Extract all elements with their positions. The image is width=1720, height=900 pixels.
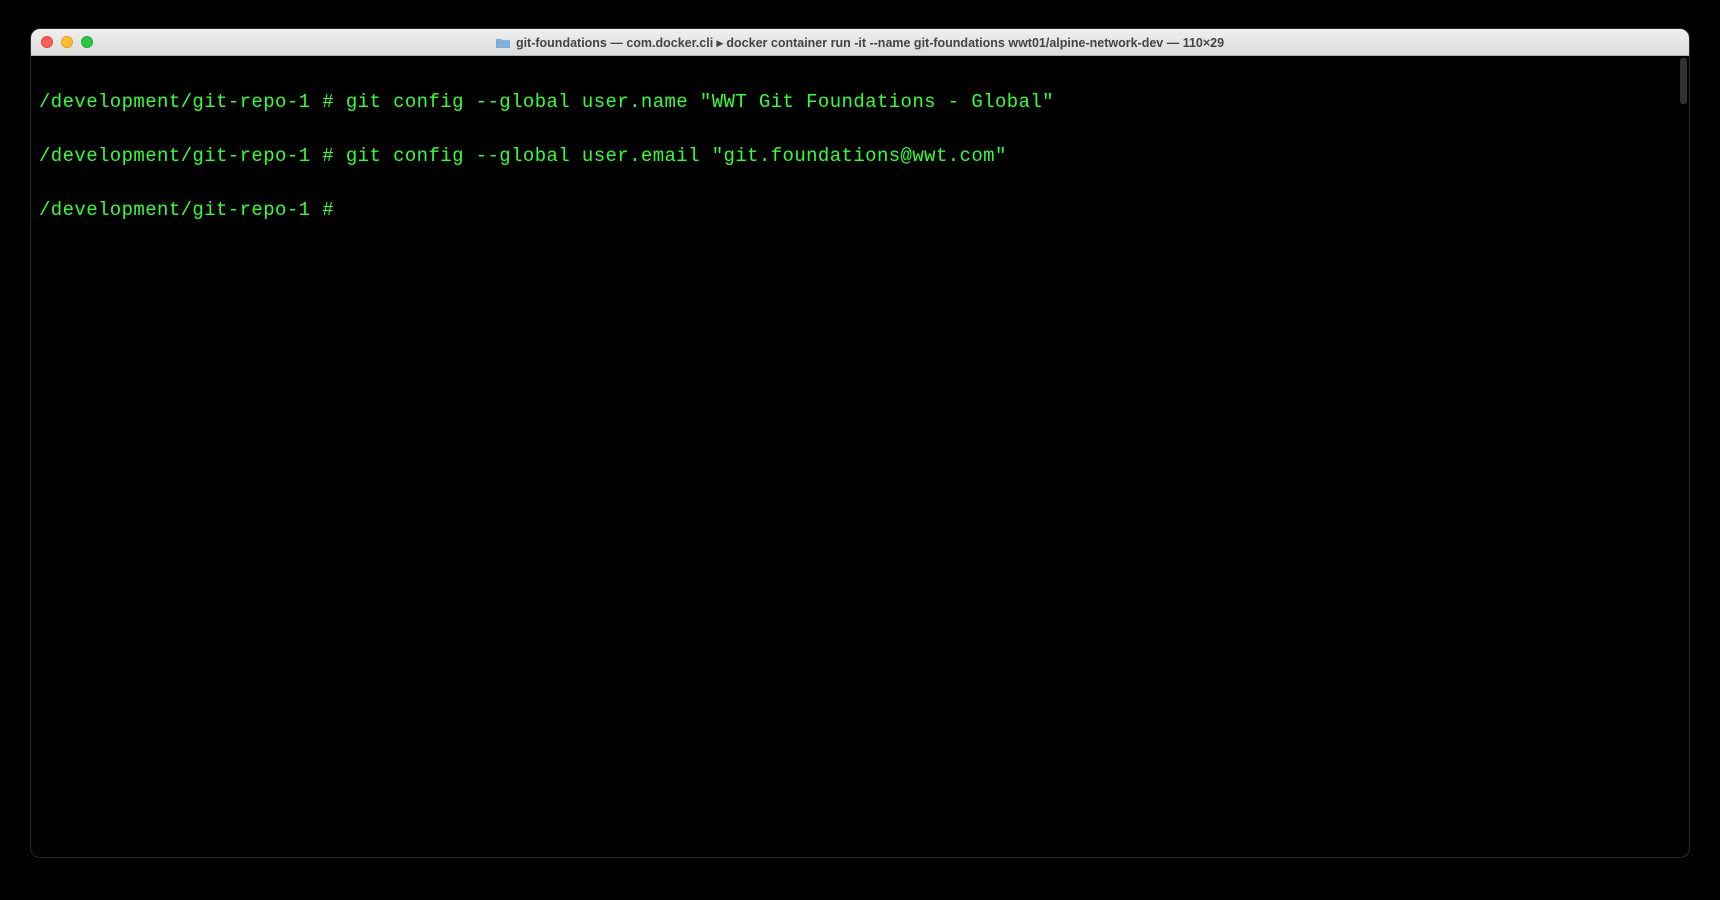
shell-command: git config --global user.name "WWT Git F… (346, 91, 1054, 113)
terminal-body[interactable]: /development/git-repo-1 # git config --g… (31, 56, 1689, 857)
close-button[interactable] (41, 36, 53, 48)
zoom-button[interactable] (81, 36, 93, 48)
window-title: git-foundations — com.docker.cli ▸ docke… (516, 35, 1224, 50)
shell-prompt: /development/git-repo-1 # (39, 91, 334, 113)
window-controls (41, 36, 93, 48)
terminal-line: /development/git-repo-1 # git config --g… (39, 143, 1681, 170)
terminal-line: /development/git-repo-1 # (39, 197, 1681, 224)
scrollbar-thumb[interactable] (1680, 58, 1687, 104)
window-titlebar[interactable]: git-foundations — com.docker.cli ▸ docke… (31, 29, 1689, 56)
shell-prompt: /development/git-repo-1 # (39, 145, 334, 167)
terminal-line: /development/git-repo-1 # git config --g… (39, 89, 1681, 116)
shell-prompt: /development/git-repo-1 # (39, 199, 334, 221)
minimize-button[interactable] (61, 36, 73, 48)
folder-icon (496, 37, 510, 48)
terminal-window: git-foundations — com.docker.cli ▸ docke… (30, 28, 1690, 858)
title-container: git-foundations — com.docker.cli ▸ docke… (31, 35, 1689, 50)
shell-command: git config --global user.email "git.foun… (346, 145, 1007, 167)
